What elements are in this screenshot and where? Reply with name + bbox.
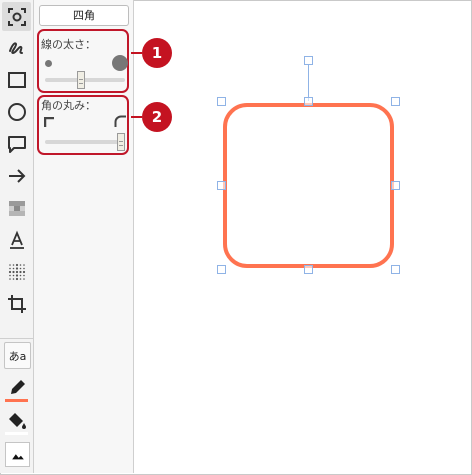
toolbar-divider [0,338,33,339]
line-width-group: 線の太さ： [37,29,129,93]
font-icon: あa [8,349,27,363]
rotation-handle[interactable] [304,56,313,65]
tool-speech-bubble[interactable] [2,129,31,158]
options-panel: 四角 線の太さ： 角の丸み： [34,0,134,473]
rotation-handle-line [308,64,309,101]
blur-icon [8,263,25,280]
square-corner-icon [44,117,54,127]
fill-color-icon [8,412,26,429]
freehand-icon [8,41,23,54]
image-button[interactable] [5,442,30,467]
mosaic-icon [8,200,25,216]
tool-freehand[interactable] [2,33,31,62]
line-width-label: 線の太さ： [41,38,96,51]
tool-mosaic[interactable] [2,193,31,222]
tool-rectangle[interactable] [2,65,31,94]
resize-handle-top-left[interactable] [217,97,226,106]
fill-color-indicator [5,432,28,435]
tool-circle[interactable] [2,97,31,126]
text-icon [9,230,24,249]
image-icon [11,453,24,459]
circle-icon [7,102,26,121]
resize-handle-top-right[interactable] [391,97,400,106]
crop-icon [7,294,26,313]
tool-blur[interactable] [2,257,31,286]
speech-bubble-icon [7,135,26,153]
thin-line-icon [45,60,52,67]
resize-handle-bottom[interactable] [304,265,313,274]
round-corner-icon [114,115,126,127]
corner-radius-label: 角の丸み： [41,99,96,112]
tool-sidebar: あa [0,0,34,473]
drawing-canvas[interactable] [135,0,471,473]
fill-color-button[interactable] [2,406,31,435]
resize-handle-left[interactable] [217,181,226,190]
resize-handle-bottom-left[interactable] [217,265,226,274]
corner-radius-slider-thumb[interactable] [117,133,125,151]
font-button[interactable]: あa [4,342,31,369]
pen-color-indicator [5,399,28,402]
tool-crop[interactable] [2,289,31,318]
resize-handle-bottom-right[interactable] [391,265,400,274]
thick-line-icon [112,55,128,71]
tool-arrow[interactable] [2,161,31,190]
rounded-rectangle-shape[interactable] [223,103,394,268]
shape-type-button[interactable]: 四角 [39,5,129,26]
resize-handle-top[interactable] [304,97,313,106]
pen-color-button[interactable] [2,373,31,402]
corner-radius-group: 角の丸み： [37,95,129,155]
resize-handle-right[interactable] [391,181,400,190]
line-width-slider[interactable] [45,78,125,82]
line-width-slider-thumb[interactable] [77,71,85,89]
pen-color-icon [10,379,25,394]
corner-radius-slider[interactable] [45,140,125,144]
tool-select[interactable] [2,2,31,31]
arrow-icon [8,168,25,183]
screenshot-select-icon [7,7,26,26]
rectangle-icon [7,71,26,88]
tool-text[interactable] [2,225,31,254]
